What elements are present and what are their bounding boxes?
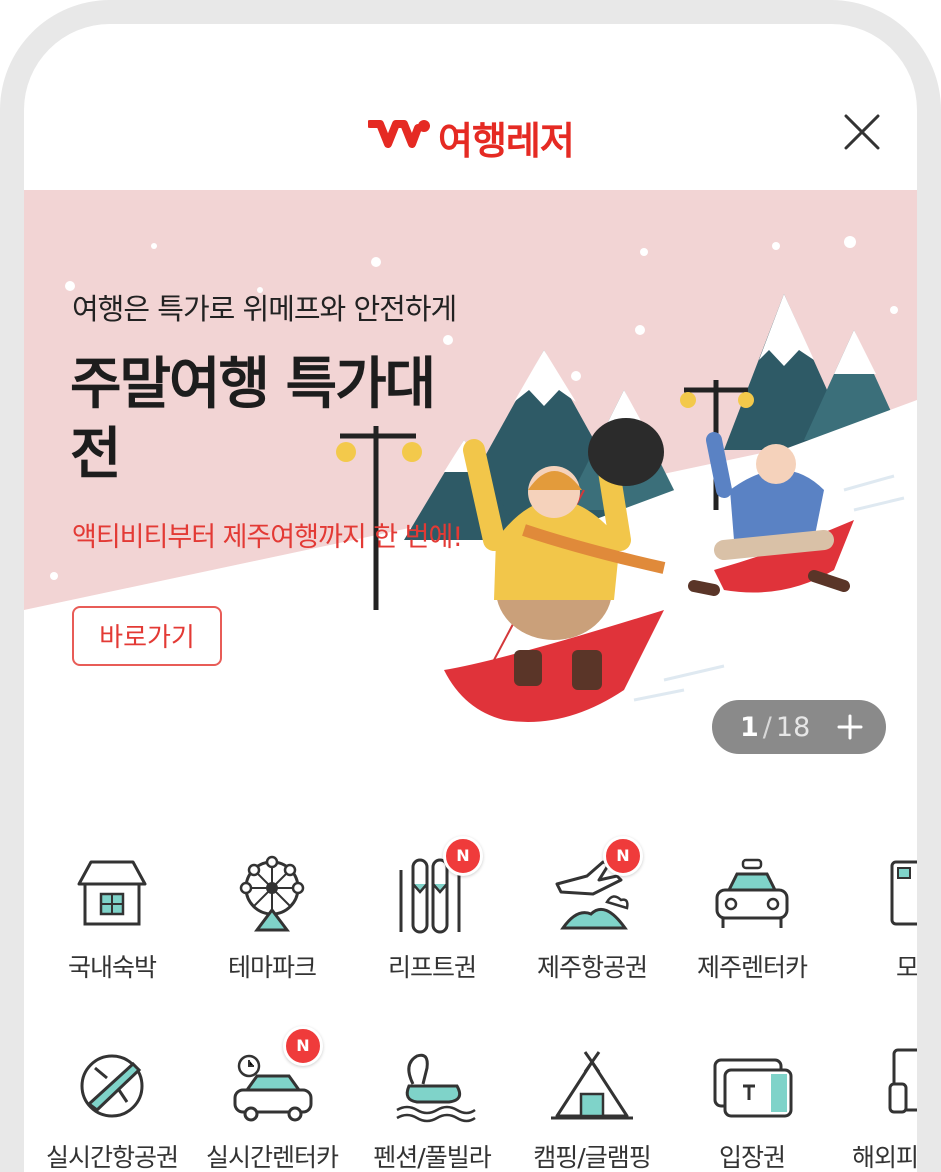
category-domestic-lodging[interactable]: 국내숙박 [32,854,192,984]
category-admission-ticket[interactable]: 입장권 [672,1044,832,1172]
new-badge: N [283,1026,323,1066]
close-icon[interactable] [842,112,882,152]
category-label: 해외피 [851,1143,918,1172]
tent-icon [551,1051,633,1120]
new-badge: N [603,836,643,876]
swan-float-icon [396,1053,476,1123]
category-label: 펜션/풀빌라 [373,1143,491,1172]
category-label: 테마파크 [227,953,317,982]
banner-pager[interactable]: 1 / 18 [712,700,886,754]
category-jeju-flight[interactable]: N 제주항공권 [512,836,672,984]
promo-banner[interactable]: 여행은 특가로 위메프와 안전하게 주말여행 특가대전 액티비티부터 제주여행까… [24,190,917,790]
category-realtime-rental-car[interactable]: N 실시간렌터카 [192,1026,352,1172]
ticket-icon [713,1058,793,1118]
category-pension-pool-villa[interactable]: 펜션/풀빌라 [352,1044,512,1172]
category-label: 실시간항공권 [45,1143,179,1172]
realtime-flight-icon [80,1054,144,1118]
category-realtime-flight[interactable]: 실시간항공권 [32,1044,192,1172]
category-label: 리프트권 [387,953,477,982]
pager-current: 1 [740,711,759,743]
category-more[interactable]: 모 [832,854,918,984]
plus-icon[interactable] [836,713,864,741]
overseas-icon [888,1048,917,1114]
pager-separator: / [762,711,772,743]
category-label: 실시간렌터카 [205,1143,339,1172]
category-label: 제주렌터카 [696,953,808,982]
category-label: 입장권 [718,1143,786,1172]
category-label: 캠핑/글램핑 [533,1143,651,1172]
banner-subtitle: 여행은 특가로 위메프와 안전하게 [72,292,457,326]
pager-total: 18 [775,711,811,743]
house-icon [77,860,147,926]
taxi-icon [715,858,789,928]
banner-title: 주말여행 특가대전 [70,352,436,487]
category-lift-ticket[interactable]: N 리프트권 [352,836,512,984]
phone-frame: 여행레저 여행은 특가로 위메프와 안전하게 주말여행 특가대전 액티비티부터 … [0,0,941,1172]
brand-title: 여행레저 [438,119,575,163]
new-badge: N [443,836,483,876]
wemakeprice-logo-icon [368,119,430,148]
document-icon [890,860,917,926]
ferris-wheel-icon [239,855,305,932]
logo[interactable]: 여행레저 [368,110,575,165]
category-theme-park[interactable]: 테마파크 [192,854,352,984]
banner-description: 액티비티부터 제주여행까지 한 번에! [72,522,463,553]
category-jeju-rental-car[interactable]: 제주렌터카 [672,854,832,984]
header: 여행레저 [24,24,917,192]
category-label: 국내숙박 [67,953,157,982]
category-overseas[interactable]: 해외피 [832,1044,918,1172]
category-label: 제주항공권 [536,953,648,982]
go-button[interactable]: 바로가기 [72,606,222,666]
category-camping-glamping[interactable]: 캠핑/글램핑 [512,1044,672,1172]
category-label: 모 [895,953,918,982]
